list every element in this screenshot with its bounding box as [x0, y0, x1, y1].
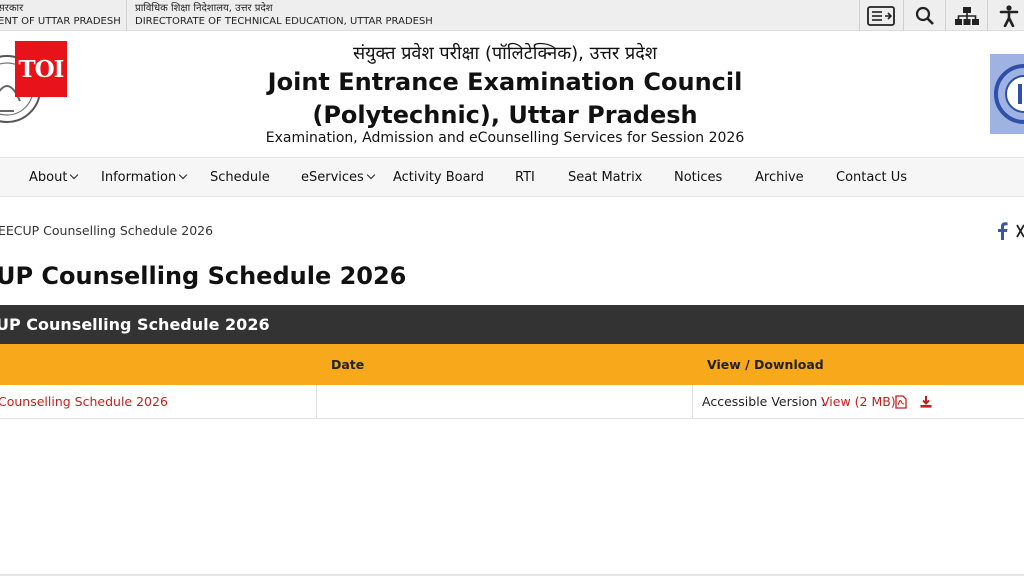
- gov-right-english: DIRECTORATE OF TECHNICAL EDUCATION, UTTA…: [135, 16, 433, 27]
- breadcrumb: EECUP Counselling Schedule 2026: [0, 223, 214, 238]
- cell-divider: [692, 385, 693, 419]
- sitemap-button[interactable]: [945, 0, 987, 31]
- nav-item-about[interactable]: About: [29, 158, 79, 198]
- skip-to-content-icon: [866, 5, 895, 26]
- nav-label-eservices: eServices: [301, 170, 364, 185]
- accessibility-icon: [999, 4, 1018, 27]
- facebook-icon: [998, 222, 1008, 240]
- search-icon: [915, 6, 934, 25]
- column-view-download: View / Download: [707, 357, 824, 372]
- table-heading-text: UP Counselling Schedule 2026: [0, 315, 270, 334]
- download-icon[interactable]: [920, 396, 932, 408]
- gov-name-right: प्राविधिक शिक्षा निदेशालय, उत्तर प्रदेश …: [135, 2, 433, 28]
- gov-right-hindi: प्राविधिक शिक्षा निदेशालय, उत्तर प्रदेश: [135, 3, 273, 14]
- nav-item-notices[interactable]: Notices: [674, 158, 722, 198]
- nav-item-information[interactable]: Information: [101, 158, 188, 198]
- x-icon: [1016, 224, 1024, 238]
- nav-item-schedule[interactable]: Schedule: [210, 158, 270, 198]
- nav-label-seat-matrix: Seat Matrix: [568, 170, 643, 185]
- main-nav: About Information Schedule eServices Act…: [0, 157, 1024, 197]
- nav-label-schedule: Schedule: [210, 170, 270, 185]
- gov-left-hindi: सरकार: [0, 3, 24, 14]
- table-row: Counselling Schedule 2026 Accessible Ver…: [0, 385, 1024, 419]
- column-date: Date: [331, 357, 365, 372]
- x-share-button[interactable]: [1016, 222, 1024, 244]
- nav-label-rti: RTI: [515, 170, 535, 185]
- accessibility-button[interactable]: [987, 0, 1024, 31]
- facebook-share-button[interactable]: [996, 222, 1008, 244]
- chevron-down-icon: [179, 170, 188, 180]
- nav-label-notices: Notices: [674, 170, 723, 185]
- nav-label-archive: Archive: [755, 170, 804, 185]
- cell-divider: [316, 385, 317, 419]
- gov-name-left: सरकार ENT OF UTTAR PRADESH: [0, 2, 121, 28]
- nav-item-contact-us[interactable]: Contact Us: [836, 158, 907, 198]
- site-title-hindi: संयुक्त प्रवेश परीक्षा (पॉलिटेक्निक), उत…: [352, 43, 658, 64]
- nav-item-rti[interactable]: RTI: [515, 158, 535, 198]
- site-subtitle: Examination, Admission and eCounselling …: [265, 130, 745, 146]
- view-pdf-link[interactable]: View (2 MB): [821, 385, 896, 419]
- nav-item-activity-board[interactable]: Activity Board: [393, 158, 484, 198]
- chevron-down-icon: [366, 170, 376, 180]
- pdf-icon[interactable]: [895, 395, 907, 409]
- gov-left-english: ENT OF UTTAR PRADESH: [0, 16, 121, 27]
- schedule-title-link[interactable]: Counselling Schedule 2026: [0, 385, 168, 419]
- sitemap-icon: [954, 6, 979, 25]
- nav-item-eservices[interactable]: eServices: [301, 158, 376, 198]
- nav-label-information: Information: [101, 170, 177, 185]
- search-button[interactable]: [903, 0, 945, 31]
- nav-label-about: About: [29, 170, 68, 185]
- site-title-line2: (Polytechnic), Uttar Pradesh: [312, 101, 698, 129]
- nav-label-activity-board: Activity Board: [393, 170, 484, 185]
- table-column-header: Date View / Download: [0, 344, 1024, 385]
- table-heading: UP Counselling Schedule 2026: [0, 305, 1024, 344]
- page-title: UP Counselling Schedule 2026: [0, 262, 407, 290]
- top-divider: [126, 0, 127, 31]
- nav-label-contact-us: Contact Us: [836, 170, 907, 185]
- gov-top-bar: सरकार ENT OF UTTAR PRADESH प्राविधिक शिक…: [0, 0, 1024, 31]
- skip-to-content-button[interactable]: [859, 0, 901, 31]
- council-logo: [990, 54, 1024, 134]
- chevron-down-icon: [70, 170, 79, 180]
- site-title-line1: Joint Entrance Examination Council: [267, 68, 743, 96]
- nav-item-archive[interactable]: Archive: [755, 158, 804, 198]
- nav-item-seat-matrix[interactable]: Seat Matrix: [568, 158, 642, 198]
- accessible-version-label: Accessible Version :: [702, 394, 826, 409]
